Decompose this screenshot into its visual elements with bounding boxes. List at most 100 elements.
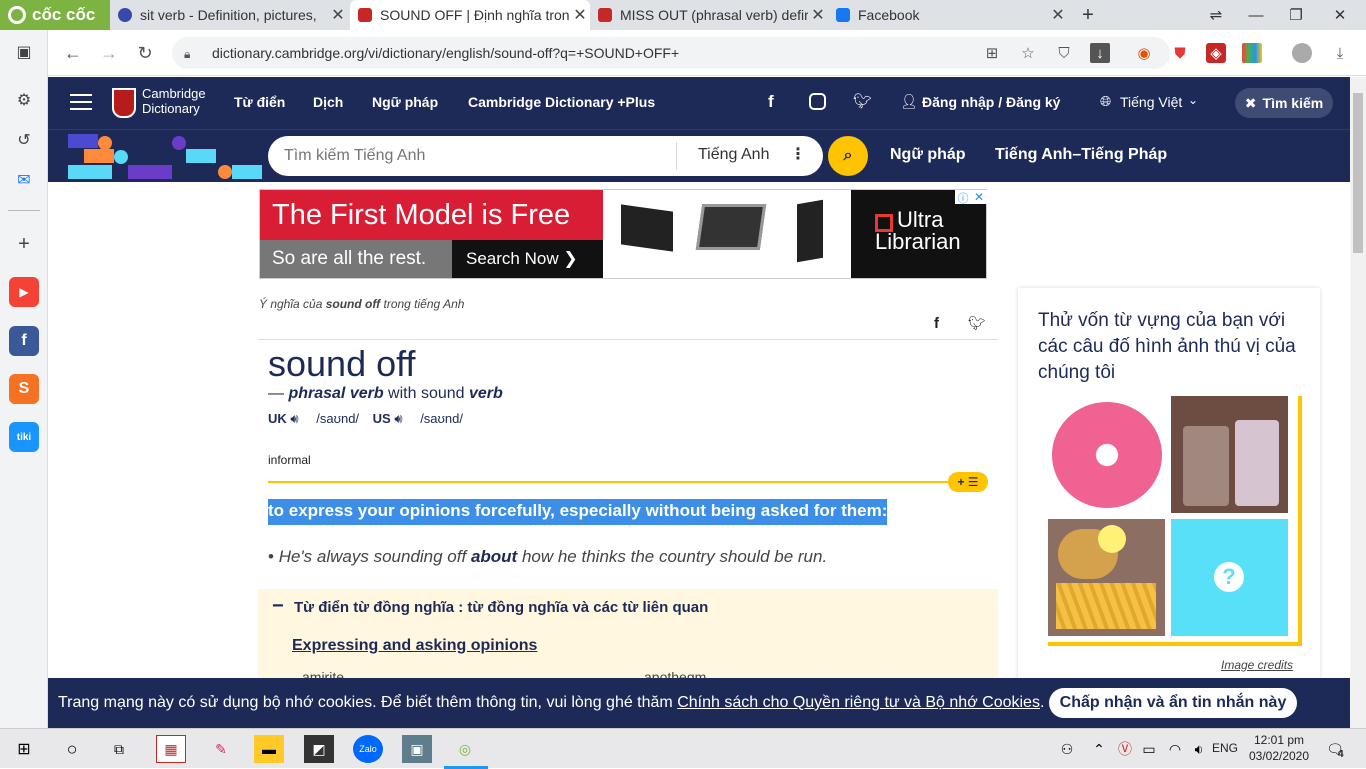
language-select[interactable]: Tiếng Việt (1120, 94, 1182, 110)
twitter-icon[interactable]: 🐦︎ (853, 92, 872, 110)
add-icon[interactable]: + (9, 229, 39, 259)
quiz-card[interactable]: Thử vốn từ vựng của bạn với các câu đố h… (1018, 288, 1320, 728)
download-page-icon[interactable]: ↓ (1090, 43, 1110, 63)
speaker-us-icon[interactable]: 🔊︎ (394, 411, 402, 426)
app-notes-icon[interactable]: ◩ (304, 735, 334, 763)
instagram-icon[interactable] (809, 93, 826, 110)
shield-icon[interactable]: ⛉ (1054, 43, 1074, 63)
browser-logo[interactable]: cốc cốc (0, 0, 110, 30)
share-facebook-icon[interactable]: f (934, 315, 939, 332)
cookie-policy-link[interactable]: Chính sách cho Quyền riêng tư và Bộ nhớ … (677, 694, 1040, 712)
tiki-icon[interactable]: tiki (9, 422, 39, 452)
bookmark-star-icon[interactable]: ☆ (1018, 43, 1038, 63)
speaker-uk-icon[interactable]: 🔊︎ (290, 411, 298, 426)
pos-base[interactable]: verb (469, 385, 503, 402)
new-tab-button[interactable]: + (1068, 0, 1108, 30)
search-input[interactable] (268, 138, 668, 174)
nav-translate[interactable]: Dịch (313, 94, 343, 110)
hamburger-menu-icon[interactable] (70, 94, 92, 110)
search-icon[interactable]: ○ (57, 735, 87, 763)
minimize-button[interactable]: — (1236, 0, 1276, 30)
search-toggle-button[interactable]: ✖ Tìm kiếm (1235, 88, 1333, 118)
clock[interactable]: 12:01 pm 03/02/2020 (1248, 732, 1310, 764)
youtube-icon[interactable]: ▶ (9, 277, 39, 307)
shopee-icon[interactable]: S (9, 374, 39, 404)
people-icon[interactable]: ⚇ (1052, 735, 1082, 763)
accept-cookies-button[interactable]: Chấp nhận và ẩn tin nhắn này (1049, 688, 1297, 718)
pos-dash: — (268, 385, 289, 402)
cambridge-crest-icon (112, 88, 136, 118)
app-store-icon[interactable]: ▣ (402, 735, 432, 763)
nav-grammar-2[interactable]: Ngữ pháp (890, 146, 966, 164)
unknown-image-tile[interactable]: ? (1171, 519, 1288, 636)
facebook-icon[interactable]: f (768, 92, 774, 112)
close-icon[interactable]: ✕ (570, 5, 590, 25)
us-ipa: /saʊnd/ (420, 411, 463, 426)
ad-cta-button[interactable]: Search Now ❯ (452, 240, 603, 278)
tab-sit-verb[interactable]: sit verb - Definition, pictures, ✕ (110, 0, 348, 30)
login-link[interactable]: Đăng nhập / Đăng ký (922, 94, 1060, 110)
settings-icon[interactable]: ⚙ (9, 85, 39, 115)
search-language-select[interactable]: Tiếng Anh (698, 146, 769, 164)
zalo-icon[interactable]: Zalo (353, 735, 383, 763)
nav-plus[interactable]: Cambridge Dictionary +Plus (468, 94, 655, 110)
page-scrollbar[interactable] (1350, 77, 1366, 728)
search-field[interactable]: Tiếng Anh ⋮ (268, 136, 823, 176)
fish-and-chips-image[interactable] (1048, 519, 1165, 636)
collapse-icon[interactable]: − (272, 595, 284, 618)
downloads-icon[interactable]: ⤓ (1330, 43, 1350, 63)
messenger-icon[interactable]: ✉ (9, 165, 39, 195)
history-icon[interactable]: ↺ (9, 125, 39, 155)
maximize-button[interactable]: ❐ (1276, 0, 1316, 30)
reload-button[interactable]: ↻ (130, 38, 160, 68)
add-to-list-button[interactable]: + ☰ (948, 472, 988, 492)
file-explorer-icon[interactable]: ▬ (254, 735, 284, 763)
quiz-grid[interactable]: ? (1044, 392, 1298, 642)
coccoc-taskbar-icon[interactable]: ◎ (450, 735, 480, 763)
app-paint-icon[interactable]: ✎ (206, 735, 236, 763)
chevron-down-icon[interactable]: ⌄ (1188, 93, 1198, 107)
site-logo[interactable]: Cambridge Dictionary (142, 86, 206, 116)
more-vertical-icon[interactable]: ⋮ (790, 144, 806, 164)
tab-facebook[interactable]: Facebook ✕ (828, 0, 1068, 30)
sidebar-toggle-icon[interactable]: ▣ (9, 37, 39, 67)
profile-avatar[interactable] (1292, 43, 1312, 63)
ad-chips-image (603, 190, 851, 278)
facebook-icon[interactable]: f (9, 326, 39, 356)
advertisement-banner[interactable]: The First Model is Free So are all the r… (259, 189, 987, 279)
thesaurus-topic-link[interactable]: Expressing and asking opinions (292, 637, 537, 655)
tab-sound-off[interactable]: SOUND OFF | Định nghĩa tron ✕ (350, 0, 590, 30)
nav-english-french[interactable]: Tiếng Anh–Tiếng Pháp (995, 146, 1167, 164)
extension-chrome-icon[interactable]: ◉ (1134, 43, 1154, 63)
scrollbar-thumb[interactable] (1353, 93, 1363, 253)
close-icon[interactable]: ✕ (808, 5, 828, 25)
window-close-button[interactable]: ✕ (1320, 0, 1360, 30)
milkshake-image[interactable] (1171, 396, 1288, 513)
nav-dictionary[interactable]: Từ điển (234, 94, 285, 110)
forward-button[interactable]: → (94, 38, 124, 68)
image-credits-link[interactable]: Image credits (1221, 658, 1293, 672)
close-icon[interactable]: ✕ (328, 5, 348, 25)
ad-close-icon[interactable]: ✕ (971, 190, 987, 204)
extension-shield-icon[interactable]: ⛊ (1170, 43, 1190, 63)
donut-image[interactable] (1048, 396, 1165, 513)
tab-menu-icon[interactable]: ⇌ (1196, 0, 1236, 30)
input-language[interactable]: ENG (1212, 741, 1238, 755)
app-calculator-icon[interactable]: ▦ (156, 735, 186, 763)
share-twitter-icon[interactable]: 🐦︎ (968, 315, 986, 332)
volume-icon[interactable]: 🔉︎ (1184, 735, 1214, 763)
task-view-icon[interactable]: ⧉ (104, 735, 134, 763)
tab-title: Facebook (858, 7, 920, 23)
back-button[interactable]: ← (58, 38, 88, 68)
thesaurus-title[interactable]: Từ điển từ đồng nghĩa : từ đồng nghĩa và… (294, 599, 708, 616)
nav-grammar[interactable]: Ngữ pháp (372, 94, 438, 110)
windows-start-icon[interactable]: ⊞ (9, 735, 39, 763)
extension-color-icon[interactable] (1242, 43, 1262, 63)
translate-icon[interactable]: ⊞ (982, 43, 1002, 63)
tab-miss-out[interactable]: MISS OUT (phrasal verb) defir ✕ (590, 0, 828, 30)
extension-red-icon[interactable]: ◈ (1206, 43, 1226, 63)
ad-info-icon[interactable]: ⓘ (955, 190, 971, 205)
close-icon[interactable]: ✕ (1048, 5, 1068, 25)
search-button[interactable]: ⌕ (828, 136, 868, 176)
notification-icon[interactable]: 🗨︎ (1320, 735, 1350, 763)
